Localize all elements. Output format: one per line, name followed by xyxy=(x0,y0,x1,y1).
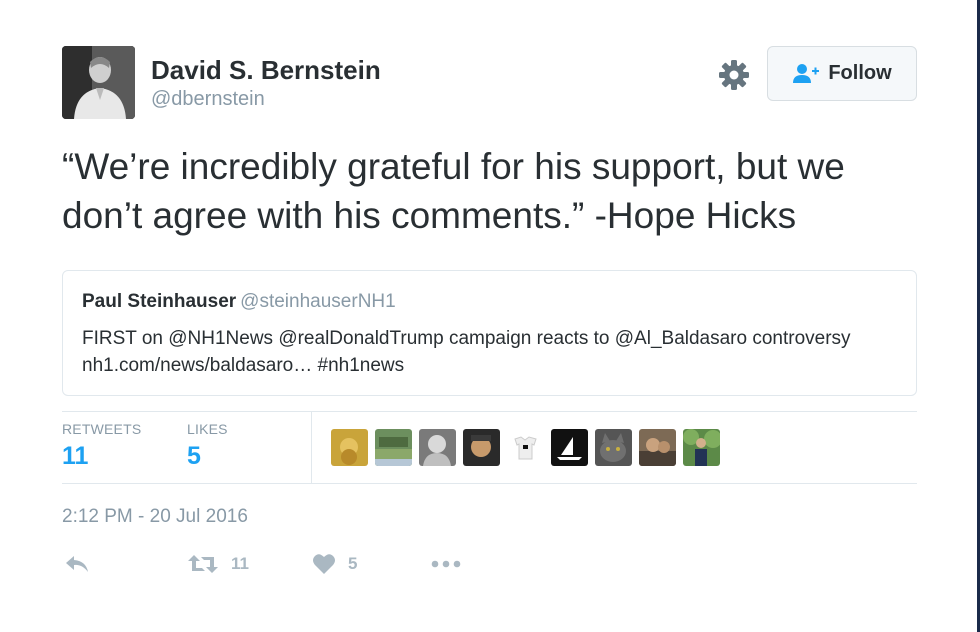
more-icon xyxy=(431,560,461,568)
heart-icon xyxy=(313,554,335,574)
reply-icon xyxy=(66,556,88,572)
liker-avatar[interactable] xyxy=(683,429,720,466)
liker-avatar[interactable] xyxy=(507,429,544,466)
author-handle[interactable]: @dbernstein xyxy=(151,88,265,111)
liker-avatar[interactable] xyxy=(375,429,412,466)
more-button[interactable] xyxy=(431,553,461,575)
tweet-timestamp[interactable]: 2:12 PM - 20 Jul 2016 xyxy=(62,506,248,528)
quoted-author-handle: @steinhauserNH1 xyxy=(240,291,396,312)
retweet-count: 11 xyxy=(231,554,249,573)
author-name[interactable]: David S. Bernstein xyxy=(151,55,381,86)
quoted-tweet[interactable]: Paul Steinhauser @steinhauserNH1 FIRST on… xyxy=(62,270,917,396)
likes-count[interactable]: 5 xyxy=(187,442,201,471)
like-button[interactable]: 5 xyxy=(312,553,357,575)
likers-avatars xyxy=(331,429,720,466)
follow-label: Follow xyxy=(828,62,892,84)
reply-button[interactable] xyxy=(64,553,90,575)
author-avatar[interactable] xyxy=(62,46,135,119)
liker-avatar[interactable] xyxy=(419,429,456,466)
retweet-icon xyxy=(188,555,218,573)
divider xyxy=(62,411,917,412)
like-count: 5 xyxy=(348,554,358,573)
gear-icon[interactable] xyxy=(718,59,750,91)
retweets-label: RETWEETS xyxy=(62,421,142,437)
divider xyxy=(62,483,917,484)
liker-avatar[interactable] xyxy=(463,429,500,466)
likes-label: LIKES xyxy=(187,421,228,437)
quoted-author: Paul Steinhauser @steinhauserNH1 xyxy=(82,291,396,313)
liker-avatar[interactable] xyxy=(595,429,632,466)
tweet-card: David S. Bernstein @dbernstein Follow “W… xyxy=(0,0,980,632)
liker-avatar[interactable] xyxy=(639,429,676,466)
quoted-author-name: Paul Steinhauser xyxy=(82,291,237,312)
retweet-button[interactable]: 11 xyxy=(187,553,249,575)
tweet-text: “We’re incredibly grateful for his suppo… xyxy=(62,146,845,236)
liker-avatar[interactable] xyxy=(551,429,588,466)
retweets-count[interactable]: 11 xyxy=(62,442,88,471)
quoted-tweet-text: FIRST on @NH1News @realDonaldTrump campa… xyxy=(82,328,851,376)
add-user-icon xyxy=(793,63,820,83)
follow-button[interactable]: Follow xyxy=(767,46,917,101)
liker-avatar[interactable] xyxy=(331,429,368,466)
divider xyxy=(311,411,312,483)
